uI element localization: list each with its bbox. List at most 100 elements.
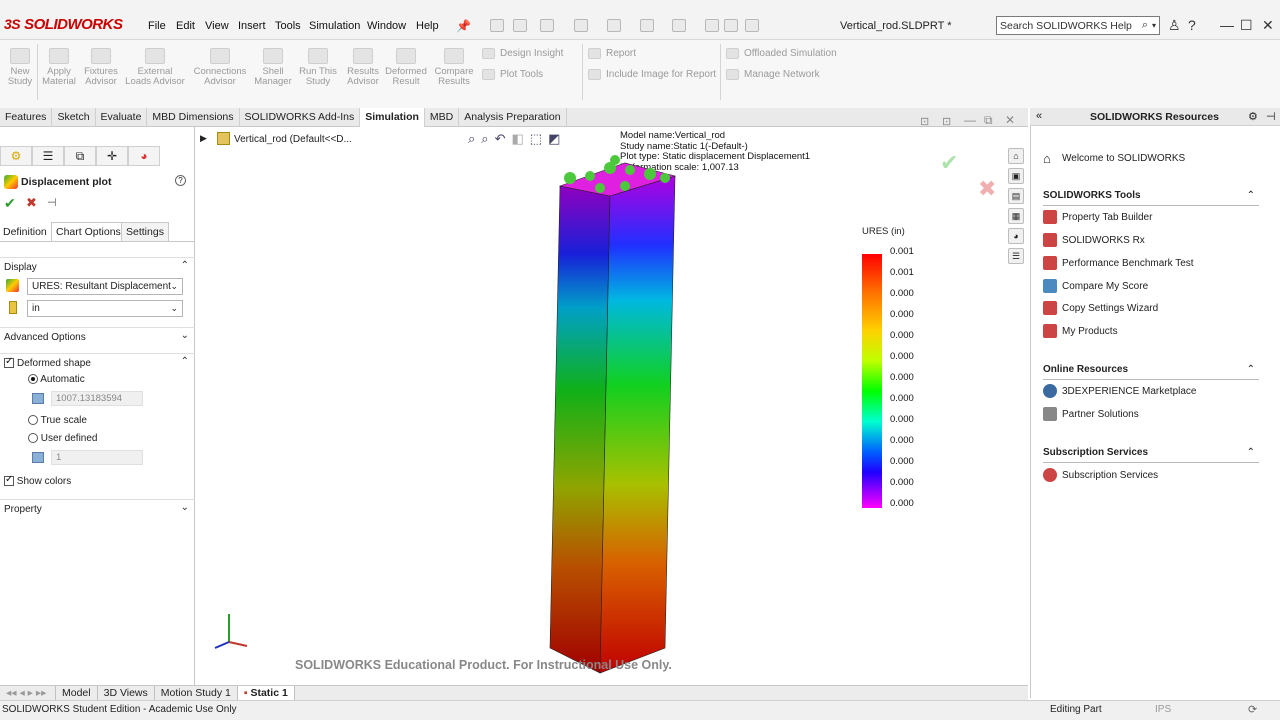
user-defined-option[interactable]: User defined: [28, 433, 97, 444]
ok-check-icon[interactable]: ✔: [4, 195, 16, 212]
component-dropdown[interactable]: URES: Resultant Displacement ⌄: [27, 278, 183, 295]
run-study-button[interactable]: Run This Study: [297, 48, 339, 87]
zoom-fit-icon[interactable]: ⌕: [468, 131, 475, 147]
tab-analysis-preparation[interactable]: Analysis Preparation: [459, 108, 567, 127]
external-loads-button[interactable]: External Loads Advisor: [124, 48, 186, 87]
rebuild-icon[interactable]: [705, 19, 719, 32]
custom-properties-icon[interactable]: ☰: [1008, 248, 1024, 264]
menu-help[interactable]: Help: [416, 20, 439, 32]
true-scale-option[interactable]: True scale: [28, 415, 87, 426]
property-manager-icon[interactable]: ☰: [32, 146, 64, 166]
close-icon[interactable]: ✕: [1262, 17, 1274, 34]
pushpin-icon[interactable]: ⊣: [47, 196, 57, 209]
report-button[interactable]: Report: [588, 48, 636, 59]
design-insight-button[interactable]: Design Insight: [482, 48, 563, 59]
tab-simulation[interactable]: Simulation: [360, 108, 425, 127]
tab-scroll-arrows[interactable]: ◂◂ ◂ ▸ ▸▸: [0, 686, 56, 700]
select-icon[interactable]: [672, 19, 686, 32]
connections-advisor-button[interactable]: Connections Advisor: [190, 48, 250, 87]
search-dropdown-icon[interactable]: ▾: [1152, 21, 1156, 30]
manage-network-button[interactable]: Manage Network: [726, 69, 820, 80]
menu-tools[interactable]: Tools: [275, 20, 301, 32]
search-help-input[interactable]: Search SOLIDWORKS Help ⌕ ▾: [996, 16, 1160, 35]
subscription-services-link[interactable]: Subscription Services: [1043, 468, 1158, 482]
fixtures-advisor-button[interactable]: Fixtures Advisor: [82, 48, 120, 87]
dimxpert-icon[interactable]: ✛: [96, 146, 128, 166]
file-explorer-icon[interactable]: ▤: [1008, 188, 1024, 204]
collapse-left-icon[interactable]: ⊡: [920, 115, 929, 128]
menu-insert[interactable]: Insert: [238, 20, 266, 32]
tree-root-node[interactable]: Vertical_rod (Default<<D...: [234, 134, 352, 145]
confirm-corner-check-icon[interactable]: ✔: [940, 150, 958, 176]
results-advisor-button[interactable]: Results Advisor: [343, 48, 383, 87]
save-icon[interactable]: [574, 19, 588, 32]
partner-solutions-link[interactable]: Partner Solutions: [1043, 407, 1139, 421]
tab-mbd[interactable]: MBD: [425, 108, 460, 127]
copy-settings-link[interactable]: Copy Settings Wizard: [1043, 301, 1158, 315]
confirm-corner-cancel-icon[interactable]: ✖: [978, 176, 996, 202]
pm-help-icon[interactable]: ?: [175, 175, 186, 186]
menu-simulation[interactable]: Simulation: [309, 20, 360, 32]
marketplace-link[interactable]: 3DEXPERIENCE Marketplace: [1043, 384, 1197, 398]
zoom-area-icon[interactable]: ⌕: [481, 131, 488, 147]
compare-results-button[interactable]: Compare Results: [432, 48, 476, 87]
automatic-radio[interactable]: [28, 374, 38, 385]
include-image-button[interactable]: Include Image for Report: [588, 69, 716, 80]
tab-sketch[interactable]: Sketch: [52, 108, 96, 127]
pin-icon[interactable]: 📌: [456, 19, 471, 33]
collapse-panel-icon[interactable]: «: [1036, 110, 1042, 122]
display-manager-icon[interactable]: ◕: [128, 146, 160, 166]
search-icon[interactable]: ⌕: [1142, 19, 1148, 32]
resources-pin-icon[interactable]: ⊣: [1266, 110, 1276, 123]
configuration-manager-icon[interactable]: ⧉: [64, 146, 96, 166]
feature-manager-icon[interactable]: ⚙: [0, 146, 32, 166]
welcome-link[interactable]: ⌂ Welcome to SOLIDWORKS: [1043, 151, 1185, 166]
plot-tools-button[interactable]: Plot Tools: [482, 69, 543, 80]
viewport-restore-icon[interactable]: ⧉: [984, 113, 993, 128]
new-doc-icon[interactable]: [513, 19, 527, 32]
collapse-right-icon[interactable]: ⊡: [942, 115, 951, 128]
deformed-shape-header[interactable]: Deformed shape ⌃: [0, 353, 195, 371]
viewport-close-icon[interactable]: ✕: [1005, 113, 1015, 127]
subtab-chart-options[interactable]: Chart Options: [51, 222, 126, 241]
rebuild-status-icon[interactable]: ⟳: [1248, 703, 1257, 716]
view-orientation-icon[interactable]: ⬚: [530, 131, 542, 147]
appearances-icon[interactable]: ◕: [1008, 228, 1024, 244]
view-palette-icon[interactable]: ▦: [1008, 208, 1024, 224]
resources-options-icon[interactable]: ⚙: [1248, 110, 1258, 123]
previous-view-icon[interactable]: ↶: [495, 131, 506, 147]
property-tab-builder-link[interactable]: Property Tab Builder: [1043, 210, 1152, 224]
cancel-x-icon[interactable]: ✖: [26, 195, 37, 211]
tab-features[interactable]: Features: [0, 108, 53, 127]
deformed-shape-checkbox[interactable]: [4, 356, 14, 368]
viewport-minimize-icon[interactable]: —: [964, 113, 976, 127]
tab-motion-study[interactable]: Motion Study 1: [155, 686, 238, 700]
open-icon[interactable]: [540, 19, 554, 32]
true-scale-radio[interactable]: [28, 415, 38, 426]
online-section-header[interactable]: Online Resources ⌃: [1043, 364, 1259, 380]
shell-manager-button[interactable]: Shell Manager: [253, 48, 293, 87]
print-icon[interactable]: [607, 19, 621, 32]
options-gear-icon[interactable]: [745, 19, 759, 32]
show-colors-option[interactable]: Show colors: [4, 474, 71, 487]
tab-static-1[interactable]: ▪ Static 1: [237, 686, 295, 700]
tab-addins[interactable]: SOLIDWORKS Add-Ins: [240, 108, 361, 127]
apply-material-button[interactable]: Apply Material: [40, 48, 78, 87]
display-section-header[interactable]: Display ⌃: [0, 257, 195, 275]
offloaded-simulation-button[interactable]: Offloaded Simulation: [726, 48, 837, 59]
property-section-header[interactable]: Property ⌄: [0, 499, 195, 517]
subtab-definition[interactable]: Definition: [3, 226, 47, 238]
show-colors-checkbox[interactable]: [4, 474, 14, 487]
automatic-option[interactable]: Automatic: [28, 374, 85, 385]
display-style-icon[interactable]: ◩: [548, 131, 560, 147]
tab-model[interactable]: Model: [56, 686, 98, 700]
advanced-options-header[interactable]: Advanced Options ⌄: [0, 327, 195, 345]
solidworks-rx-link[interactable]: SOLIDWORKS Rx: [1043, 233, 1145, 247]
subscription-section-header[interactable]: Subscription Services ⌃: [1043, 447, 1259, 463]
deformed-result-button[interactable]: Deformed Result: [385, 48, 427, 87]
solidworks-logo[interactable]: 3S SOLIDWORKS: [4, 12, 124, 36]
tab-mbd-dimensions[interactable]: MBD Dimensions: [147, 108, 240, 127]
design-library-icon[interactable]: ▣: [1008, 168, 1024, 184]
menu-edit[interactable]: Edit: [176, 20, 195, 32]
user-icon[interactable]: ♙: [1168, 17, 1181, 34]
